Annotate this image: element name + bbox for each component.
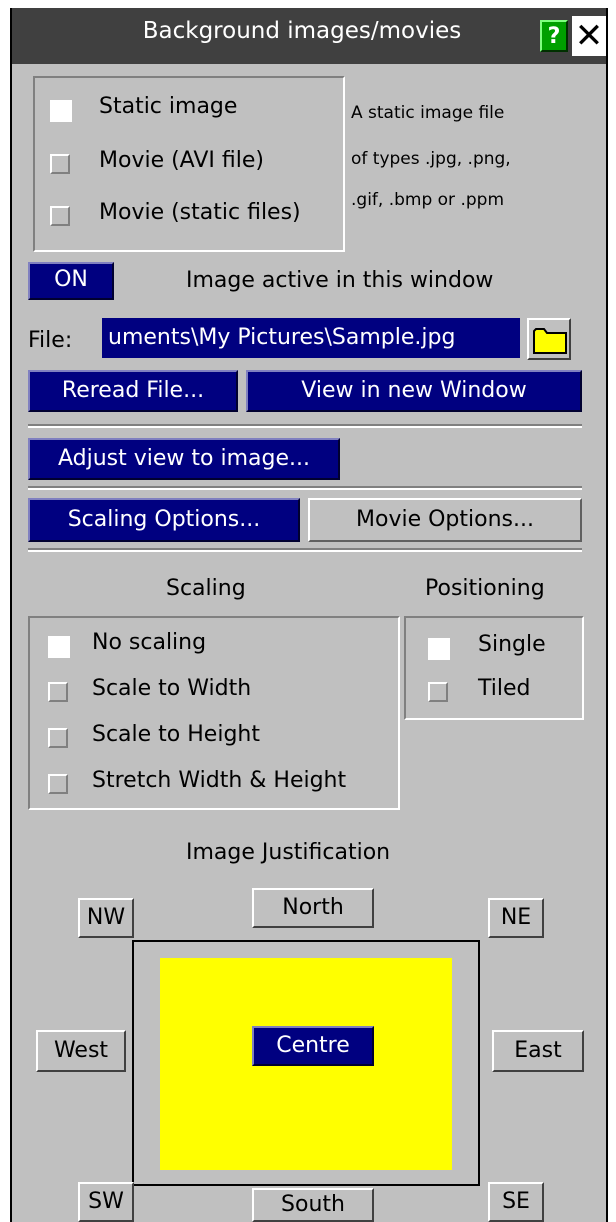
- radio-indicator: [428, 682, 448, 702]
- radio-label: Movie (AVI file): [99, 148, 264, 173]
- radio-indicator: [48, 774, 68, 794]
- radio-label: Tiled: [478, 676, 531, 701]
- justification-heading: Image Justification: [186, 840, 391, 865]
- folder-icon: [533, 328, 567, 354]
- separator: [28, 424, 582, 428]
- radio-label: No scaling: [92, 630, 207, 655]
- separator: [28, 548, 582, 552]
- title-bar: Background images/movies ? ✕: [12, 8, 606, 64]
- tab-movie-options[interactable]: Movie Options...: [308, 498, 582, 542]
- justify-nw-button[interactable]: NW: [78, 898, 134, 938]
- help-button[interactable]: ?: [540, 20, 568, 52]
- scaling-heading: Scaling: [166, 576, 246, 601]
- radio-label: Movie (static files): [99, 200, 301, 225]
- justify-sw-button[interactable]: SW: [78, 1182, 134, 1222]
- radio-indicator: [50, 100, 72, 122]
- reread-file-button[interactable]: Reread File...: [28, 370, 238, 412]
- file-path-input[interactable]: uments\My Pictures\Sample.jpg: [102, 318, 520, 358]
- view-new-window-button[interactable]: View in new Window: [246, 370, 582, 412]
- positioning-group: Single Tiled: [404, 616, 584, 720]
- source-description-line-2: of types .jpg, .png,: [351, 149, 511, 169]
- radio-indicator: [48, 728, 68, 748]
- active-label: Image active in this window: [186, 268, 494, 293]
- source-description-line-1: A static image file: [351, 103, 505, 123]
- radio-label: Single: [478, 632, 546, 657]
- justify-ne-button[interactable]: NE: [488, 898, 544, 938]
- justify-east-button[interactable]: East: [492, 1030, 584, 1072]
- justify-south-button[interactable]: South: [252, 1188, 374, 1222]
- active-toggle-button[interactable]: ON: [28, 262, 114, 300]
- justify-west-button[interactable]: West: [36, 1030, 126, 1072]
- close-button[interactable]: ✕: [572, 16, 606, 56]
- window-title: Background images/movies: [142, 18, 462, 44]
- separator: [28, 486, 582, 490]
- radio-indicator: [48, 636, 70, 658]
- close-icon: ✕: [574, 16, 604, 56]
- scaling-group: No scaling Scale to Width Scale to Heigh…: [28, 616, 400, 810]
- source-description-line-3: .gif, .bmp or .ppm: [351, 190, 504, 210]
- radio-indicator: [428, 638, 450, 660]
- file-label: File:: [28, 328, 73, 353]
- radio-indicator: [50, 154, 70, 174]
- justify-centre-button[interactable]: Centre: [252, 1026, 374, 1066]
- source-type-group: Static image Movie (AVI file) Movie (sta…: [33, 76, 345, 252]
- browse-folder-button[interactable]: [527, 318, 571, 360]
- radio-indicator: [50, 206, 70, 226]
- radio-label: Static image: [99, 94, 238, 119]
- adjust-view-button[interactable]: Adjust view to image...: [28, 438, 340, 480]
- radio-indicator: [48, 682, 68, 702]
- background-images-dialog: Background images/movies ? ✕ Static imag…: [10, 8, 608, 1222]
- radio-label: Scale to Height: [92, 722, 260, 747]
- justify-se-button[interactable]: SE: [488, 1182, 544, 1222]
- justify-north-button[interactable]: North: [252, 888, 374, 928]
- positioning-heading: Positioning: [425, 576, 545, 601]
- radio-label: Scale to Width: [92, 676, 252, 701]
- tab-scaling-options[interactable]: Scaling Options...: [28, 498, 300, 542]
- radio-label: Stretch Width & Height: [92, 768, 347, 793]
